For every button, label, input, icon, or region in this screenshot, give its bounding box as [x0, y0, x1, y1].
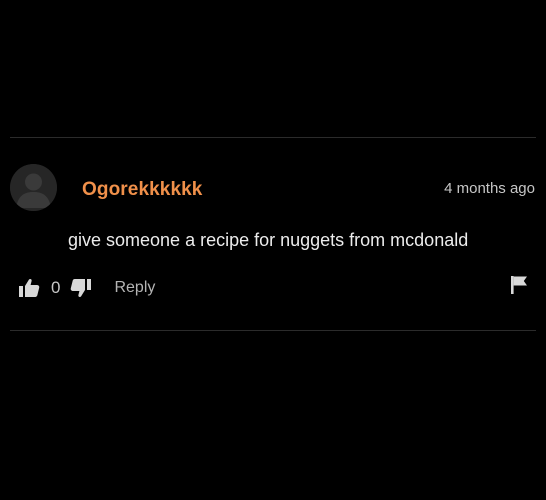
thumbs-up-icon[interactable] — [18, 278, 40, 298]
comment-username[interactable]: Ogorekkkkkk — [82, 179, 202, 201]
comment-actions: 0 Reply — [18, 276, 155, 300]
bottom-divider — [10, 330, 536, 331]
avatar[interactable] — [10, 164, 57, 211]
comment-text: give someone a recipe for nuggets from m… — [68, 230, 469, 250]
comment-timestamp: 4 months ago — [444, 180, 535, 197]
top-divider — [10, 137, 536, 138]
reply-button[interactable]: Reply — [114, 279, 155, 297]
thumbs-down-icon[interactable] — [70, 278, 92, 298]
flag-icon[interactable] — [510, 275, 528, 300]
vote-count: 0 — [51, 278, 61, 297]
user-silhouette-icon — [10, 164, 57, 211]
